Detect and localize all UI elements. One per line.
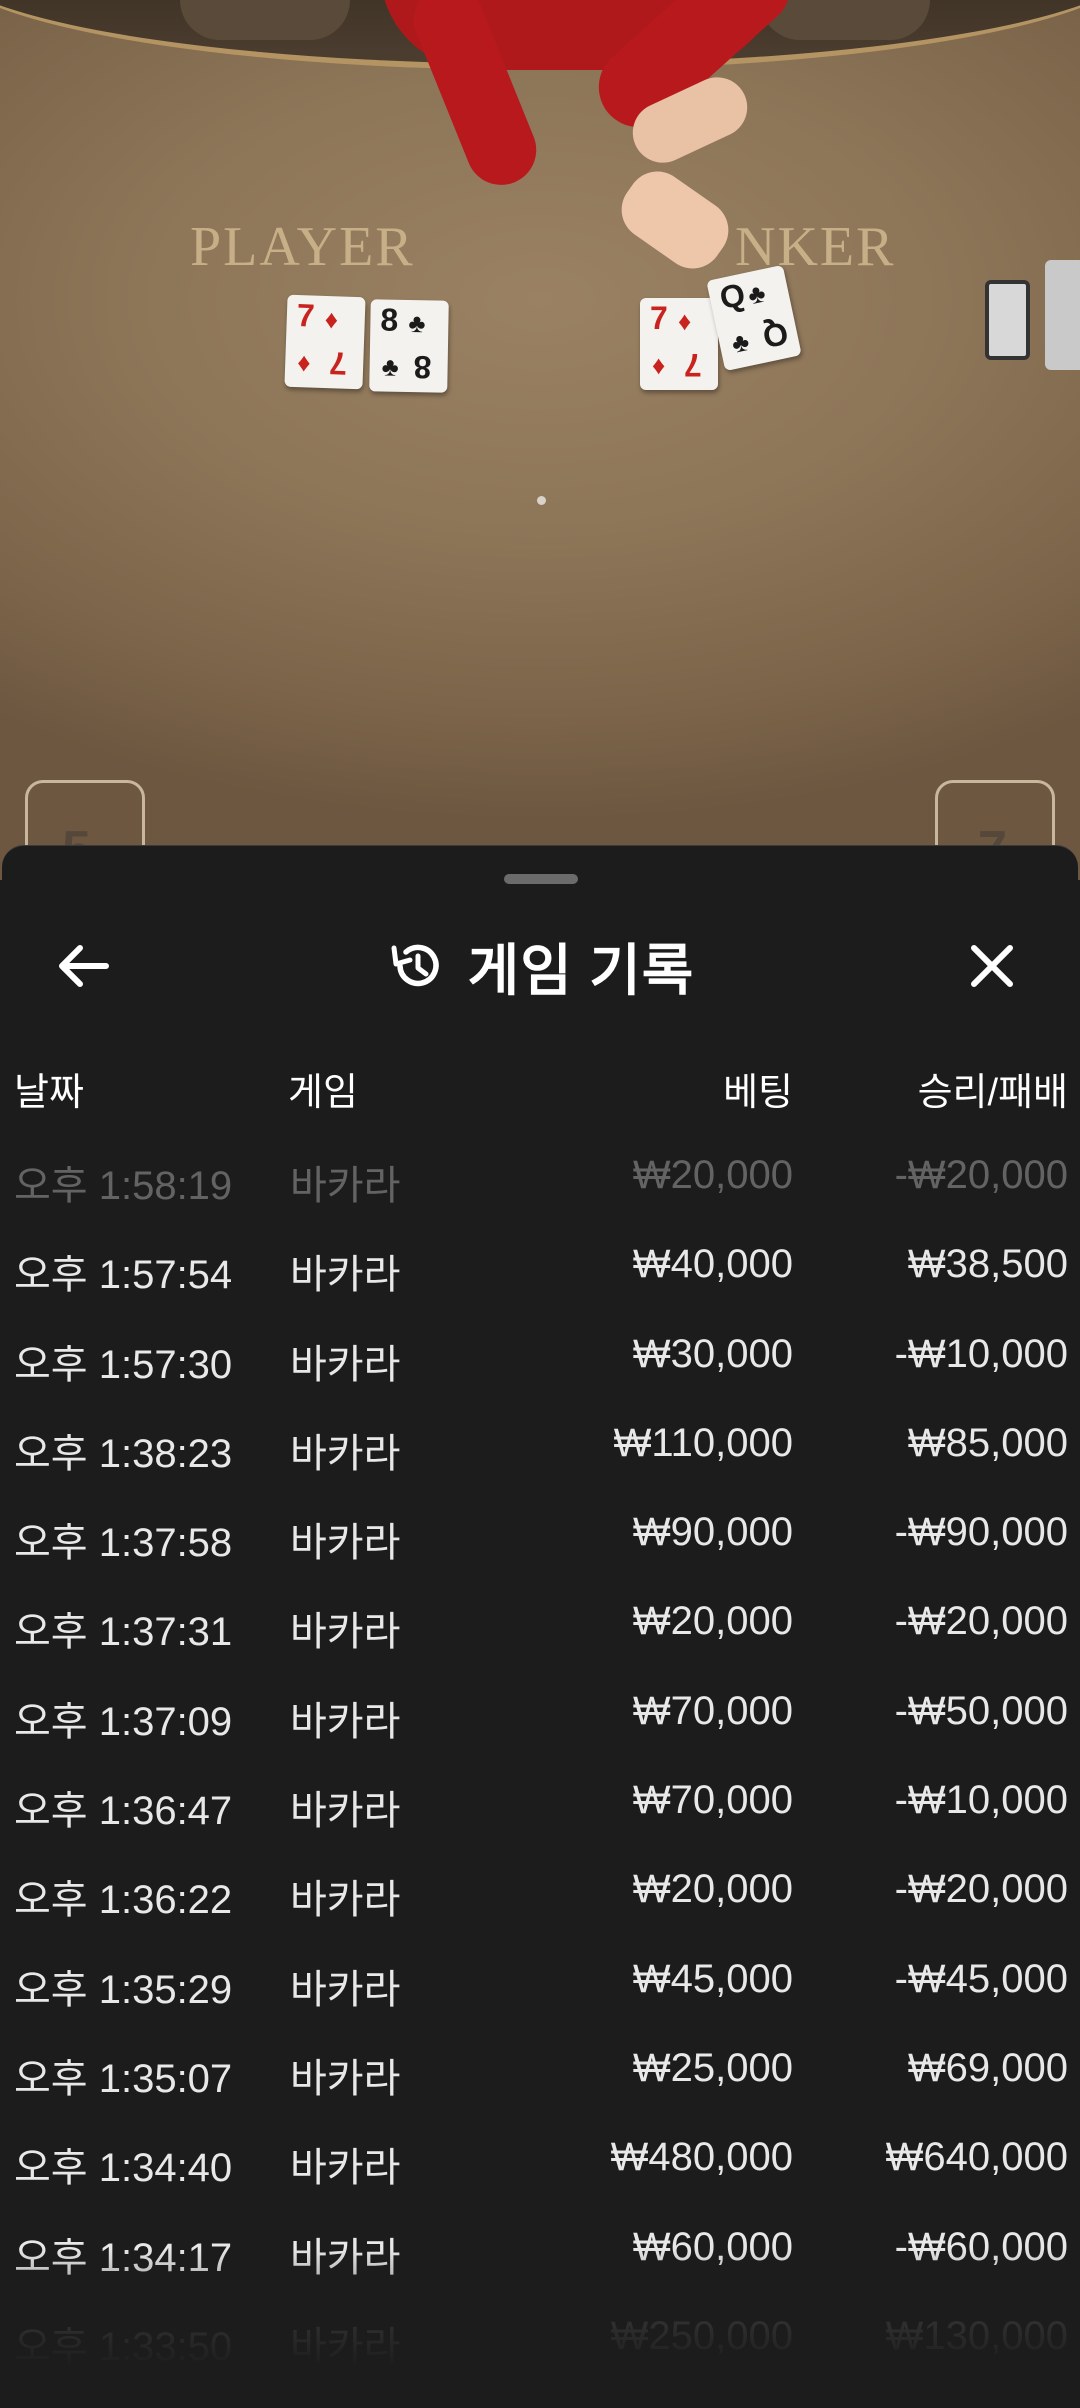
live-table-view: PLAYER NKER 7 ♦ ♦ 7 8 ♣ ♣ 8 7 ♦ ♦ 7 Q ♣ …: [0, 0, 1080, 880]
row-result: -₩45,000: [894, 1956, 1068, 2001]
row-result: -₩50,000: [894, 1688, 1068, 1733]
row-result: -₩90,000: [894, 1510, 1068, 1555]
card-shoe: [985, 280, 1030, 360]
column-header-bet: 베팅: [723, 1072, 793, 1114]
column-header-date: 날짜: [14, 1072, 84, 1114]
row-game: 바카라: [290, 2235, 401, 2280]
row-bet: ₩250,000: [610, 2313, 793, 2358]
row-date: 오후 1:34:40: [14, 2146, 233, 2191]
row-game: 바카라: [290, 1967, 401, 2012]
row-game: 바카라: [290, 1610, 401, 1655]
row-game: 바카라: [290, 1164, 401, 1208]
row-result: -₩20,000: [894, 1599, 1068, 1644]
close-button[interactable]: [957, 936, 1027, 996]
row-result: ₩38,500: [907, 1242, 1068, 1287]
row-bet: ₩30,000: [632, 1331, 793, 1376]
history-table-body[interactable]: 오후 1:58:19 바카라 ₩20,000 -₩20,000 오후 1:57:…: [2, 1131, 1078, 2381]
row-game: 바카라: [290, 1878, 401, 1923]
dealer-hand: [609, 159, 741, 281]
banker-card-2: Q ♣ ♣ Q: [706, 264, 802, 372]
game-history-sheet: 게임 기록 날짜 게임 베팅 승리/패배 오후 1:58:19 바카라 ₩20,…: [2, 845, 1078, 2408]
table-row[interactable]: 오후 1:58:19 바카라 ₩20,000 -₩20,000: [2, 1131, 1078, 1220]
row-date: 오후 1:34:17: [14, 2235, 233, 2280]
player-zone-label: PLAYER: [190, 216, 415, 278]
table-dot: [537, 496, 546, 505]
table-row[interactable]: 오후 1:37:09 바카라 ₩70,000 -₩50,000: [2, 1667, 1078, 1756]
row-game: 바카라: [290, 2056, 401, 2101]
row-bet: ₩70,000: [632, 1688, 793, 1733]
sheet-drag-handle[interactable]: [504, 874, 578, 884]
table-row[interactable]: 오후 1:36:22 바카라 ₩20,000 -₩20,000: [2, 1845, 1078, 1934]
row-result: -₩20,000: [894, 1153, 1068, 1197]
column-header-game: 게임: [288, 1072, 358, 1114]
row-date: 오후 1:33:50: [14, 2324, 233, 2369]
row-bet: ₩20,000: [632, 1867, 793, 1912]
row-result: ₩69,000: [907, 2045, 1068, 2090]
history-icon: [391, 944, 439, 987]
table-row[interactable]: 오후 1:37:31 바카라 ₩20,000 -₩20,000: [2, 1577, 1078, 1666]
column-header-result: 승리/패배: [917, 1072, 1068, 1114]
close-icon: [971, 945, 1013, 987]
row-bet: ₩70,000: [632, 1778, 793, 1823]
row-date: 오후 1:37:31: [14, 1610, 233, 1655]
row-game: 바카라: [290, 1699, 401, 1744]
dealer-chair-left: [180, 0, 350, 40]
row-date: 오후 1:57:54: [14, 1253, 233, 1298]
table-row[interactable]: 오후 1:57:54 바카라 ₩40,000 ₩38,500: [2, 1220, 1078, 1309]
row-game: 바카라: [290, 2146, 401, 2191]
table-row[interactable]: 오후 1:34:17 바카라 ₩60,000 -₩60,000: [2, 2203, 1078, 2292]
banker-card-1: 7 ♦ ♦ 7: [640, 298, 718, 390]
table-row[interactable]: 오후 1:38:23 바카라 ₩110,000 ₩85,000: [2, 1399, 1078, 1488]
row-date: 오후 1:37:58: [14, 1521, 233, 1566]
row-date: 오후 1:38:23: [14, 1431, 233, 1476]
history-table-header: 날짜 게임 베팅 승리/패배: [2, 1041, 1078, 1121]
player-card-1: 7 ♦ ♦ 7: [284, 294, 366, 390]
table-row[interactable]: 오후 1:37:58 바카라 ₩90,000 -₩90,000: [2, 1488, 1078, 1577]
row-game: 바카라: [290, 1789, 401, 1834]
row-game: 바카라: [290, 1521, 401, 1566]
row-bet: ₩20,000: [632, 1599, 793, 1644]
row-bet: ₩45,000: [632, 1956, 793, 2001]
table-row[interactable]: 오후 1:33:50 바카라 ₩250,000 ₩130,000: [2, 2292, 1078, 2381]
player-card-2: 8 ♣ ♣ 8: [369, 299, 449, 393]
row-result: ₩85,000: [907, 1420, 1068, 1465]
row-bet: ₩40,000: [632, 1242, 793, 1287]
row-game: 바카라: [290, 1253, 401, 1298]
row-result: -₩10,000: [894, 1331, 1068, 1376]
table-row[interactable]: 오후 1:35:29 바카라 ₩45,000 -₩45,000: [2, 1935, 1078, 2024]
row-bet: ₩110,000: [613, 1420, 793, 1465]
row-bet: ₩90,000: [632, 1510, 793, 1555]
row-game: 바카라: [290, 1431, 401, 1476]
row-date: 오후 1:37:09: [14, 1699, 233, 1744]
row-date: 오후 1:36:22: [14, 1878, 233, 1923]
row-result: -₩10,000: [894, 1778, 1068, 1823]
sheet-title-group: 게임 기록: [2, 916, 1078, 1016]
row-result: -₩60,000: [894, 2224, 1068, 2269]
row-bet: ₩25,000: [632, 2045, 793, 2090]
table-row[interactable]: 오후 1:34:40 바카라 ₩480,000 ₩640,000: [2, 2113, 1078, 2202]
row-date: 오후 1:36:47: [14, 1789, 233, 1834]
row-game: 바카라: [290, 1342, 401, 1387]
row-bet: ₩60,000: [632, 2224, 793, 2269]
card-shoe-edge: [1045, 260, 1080, 370]
row-date: 오후 1:57:30: [14, 1342, 233, 1387]
sheet-header: 게임 기록: [2, 916, 1078, 1016]
row-bet: ₩480,000: [610, 2135, 793, 2180]
table-row[interactable]: 오후 1:35:07 바카라 ₩25,000 ₩69,000: [2, 2024, 1078, 2113]
sheet-title: 게임 기록: [467, 938, 695, 1002]
row-result: ₩640,000: [885, 2135, 1068, 2180]
row-result: -₩20,000: [894, 1867, 1068, 1912]
row-date: 오후 1:35:29: [14, 1967, 233, 2012]
table-row[interactable]: 오후 1:57:30 바카라 ₩30,000 -₩10,000: [2, 1310, 1078, 1399]
row-date: 오후 1:58:19: [14, 1164, 233, 1208]
table-row[interactable]: 오후 1:36:47 바카라 ₩70,000 -₩10,000: [2, 1756, 1078, 1845]
row-result: ₩130,000: [885, 2313, 1068, 2358]
row-bet: ₩20,000: [632, 1153, 793, 1197]
row-date: 오후 1:35:07: [14, 2056, 233, 2101]
row-game: 바카라: [290, 2324, 401, 2369]
